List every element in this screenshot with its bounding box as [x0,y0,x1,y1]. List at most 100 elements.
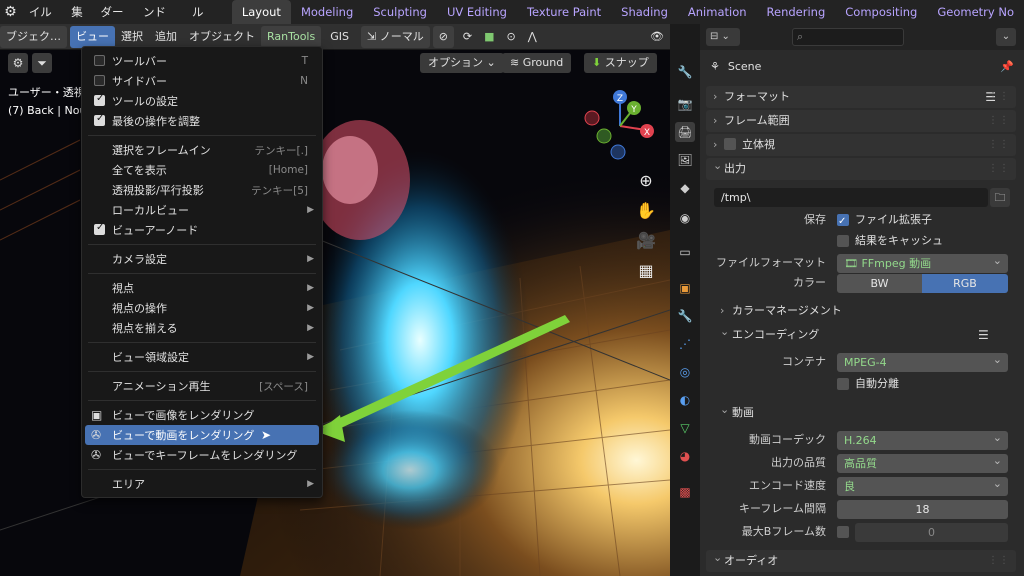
gizmo-neg-y-axis[interactable] [596,128,612,144]
material-tab-icon[interactable]: ◕ [675,446,695,466]
data-tab-icon[interactable]: ▽ [675,418,695,438]
properties-search-input[interactable]: ⌕ [792,28,904,46]
tab-shading[interactable]: Shading [611,0,678,24]
menu-item-viewport-render-keyframes[interactable]: ✇ ビューでキーフレームをレンダリング [82,445,322,465]
snap-toggle-icon[interactable]: ⟳ [457,26,478,48]
snap-target-icon[interactable]: ■ [478,26,500,48]
menu-item-align-view[interactable]: 視点を揃える ▶ [82,318,322,338]
physics-tab-icon[interactable]: ◎ [675,362,695,382]
tab-modeling[interactable]: Modeling [291,0,363,24]
modifier-tab-icon[interactable]: 🔧 [675,306,695,326]
output-tab-icon[interactable]: 🖨 [675,122,695,142]
color-management-subpanel[interactable]: カラーマネージメント [720,301,842,321]
object-tab-icon[interactable]: ▣ [675,278,695,298]
cache-result-checkbox[interactable]: 結果をキャッシュ [837,231,943,251]
snap-button[interactable]: ⬇ スナップ [584,53,657,73]
menu-item-view-regions[interactable]: ビュー領域設定 ▶ [82,347,322,367]
menu-item-area[interactable]: エリア ▶ [82,474,322,494]
gis-menu-button[interactable]: GIS [324,26,355,48]
stereoscopy-panel-header[interactable]: 立体視⋮⋮ [706,134,1016,156]
encoding-subpanel[interactable]: エンコーディング☰ [720,322,1010,345]
hand-pan-icon[interactable]: ✋ [634,198,658,222]
video-codec-dropdown[interactable]: H.264 [837,428,1008,450]
collection-tab-icon[interactable]: ▭ [675,242,695,262]
camera-icon[interactable]: 🎥 [634,228,658,252]
folder-icon[interactable]: 🗀 [990,188,1010,207]
max-b-frames-field[interactable]: 0 [855,523,1008,542]
menu-item-toolbar[interactable]: ツールバー T [82,51,322,71]
proportional-edit-icon[interactable]: ⊙ [501,26,522,48]
menu-item-adjust-last-operation[interactable]: 最後の操作を調整 [82,111,322,131]
menu-item-play-animation[interactable]: アニメーション再生 [スペース] [82,376,322,396]
ground-button[interactable]: ≋ Ground [502,53,572,73]
menu-item-sidebar[interactable]: サイドバー N [82,71,322,91]
drag-handle-icon[interactable]: ⋮⋮ [988,110,1010,132]
tab-sculpting[interactable]: Sculpting [363,0,437,24]
keyframe-interval-field[interactable]: 18 [837,500,1008,519]
drag-handle-icon[interactable]: ⋮⋮ [988,134,1010,156]
menu-item-perspective-ortho[interactable]: 透視投影/平行投影 テンキー[5] [82,180,322,200]
constraints-tab-icon[interactable]: ◐ [675,390,695,410]
world-tab-icon[interactable]: ◉ [675,208,695,228]
output-panel-header[interactable]: 出力⋮⋮ [706,155,1016,180]
frame-range-panel-header[interactable]: フレーム範囲⋮⋮ [706,110,1016,132]
pivot-dropdown[interactable]: ⊘ [432,25,454,48]
autosplit-checkbox[interactable]: 自動分離 [837,374,899,394]
output-quality-dropdown[interactable]: 高品質 [837,451,1008,473]
render-tab-icon[interactable]: 📷 [675,94,695,114]
falloff-icon[interactable]: ⋀ [522,26,543,48]
menu-item-viewer-node[interactable]: ビューアーノード [82,220,322,240]
drag-handle-icon[interactable]: ⋮⋮ [988,550,1010,572]
container-dropdown[interactable]: MPEG-4 [837,350,1008,372]
view-layer-tab-icon[interactable]: 🖼 [675,150,695,170]
blender-logo-icon[interactable]: ⚙ [0,0,21,24]
output-path-field[interactable]: /tmp\ [714,188,988,207]
transform-orientation-dropdown[interactable]: ⇲ ノーマル [360,25,430,48]
gear-icon[interactable]: ⚙ [8,53,28,73]
menu-item-viewpoint[interactable]: 視点 ▶ [82,278,322,298]
menu-item-frame-all[interactable]: 全てを表示 [Home] [82,160,322,180]
max-b-frames-checkbox[interactable] [837,526,849,538]
tab-compositing[interactable]: Compositing [835,0,927,24]
menu-item-tool-settings[interactable]: ツールの設定 [82,91,322,111]
rantools-menu-button[interactable]: RanTools [261,25,322,48]
tab-layout[interactable]: Layout [231,0,291,24]
tab-animation[interactable]: Animation [678,0,757,24]
menu-item-camera-settings[interactable]: カメラ設定 ▶ [82,249,322,269]
tool-tab-icon[interactable]: 🔧 [675,62,695,82]
preset-list-icon[interactable]: ☰ [978,325,989,345]
video-subpanel[interactable]: 動画 [720,400,754,423]
gizmo-neg-z-axis[interactable] [610,144,626,160]
tab-uv-editing[interactable]: UV Editing [437,0,517,24]
options-dropdown[interactable]: オプション ⌄ [420,53,504,73]
view-menu-button[interactable]: ビュー [70,25,115,48]
menu-item-viewport-render-animation[interactable]: ✇ ビューで動画をレンダリング ➤ [85,425,319,445]
zoom-icon[interactable]: ⊕ [634,168,658,192]
scene-tab-icon[interactable]: ◆ [675,178,695,198]
file-extensions-checkbox[interactable]: ファイル拡張子 [837,210,932,232]
tab-rendering[interactable]: Rendering [757,0,836,24]
editor-type-dropdown[interactable]: ⊟ ⌄ [706,28,740,46]
grid-icon[interactable]: ▦ [634,258,658,282]
file-format-dropdown[interactable]: 🎞 FFmpeg 動画 [837,251,1008,273]
particles-tab-icon[interactable]: ⋰ [675,334,695,354]
visibility-icon[interactable]: 👁 [644,26,670,48]
options-chevron-icon[interactable]: ⌄ [996,28,1016,46]
tab-texture-paint[interactable]: Texture Paint [517,0,611,24]
menu-item-navigation[interactable]: 視点の操作 ▶ [82,298,322,318]
color-rgb-toggle[interactable]: RGB [922,274,1008,293]
gizmo-neg-x-axis[interactable] [584,110,600,126]
add-menu-button[interactable]: 追加 [149,26,183,48]
drag-handle-icon[interactable]: ⋮⋮ [988,158,1010,180]
audio-subpanel[interactable]: オーディオ⋮⋮ [706,547,1016,572]
color-bw-toggle[interactable]: BW [837,274,922,293]
pin-icon[interactable]: 📌 [1000,60,1014,73]
menu-item-local-view[interactable]: ローカルビュー ▶ [82,200,322,220]
object-mode-dropdown[interactable]: ブジェク… [0,25,67,48]
drag-handle-icon[interactable]: ⋮⋮ [988,86,1010,108]
object-menu-button[interactable]: オブジェクト [183,26,261,48]
texture-tab-icon[interactable]: ▩ [675,482,695,502]
encoding-speed-dropdown[interactable]: 良 [837,474,1008,496]
stereoscopy-checkbox[interactable] [724,138,736,150]
select-menu-button[interactable]: 選択 [115,26,149,48]
